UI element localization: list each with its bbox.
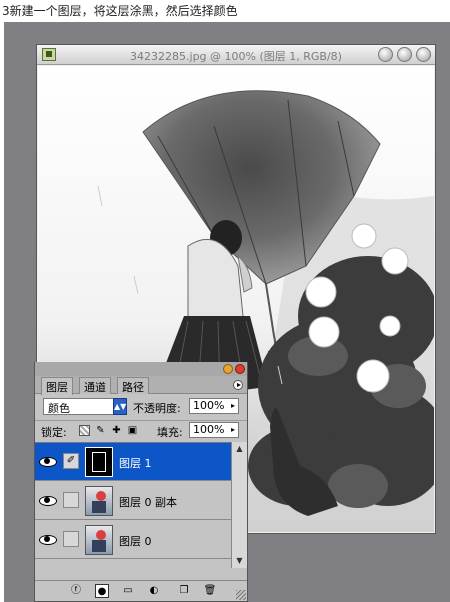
close-button[interactable] <box>416 47 431 62</box>
scroll-down-icon[interactable]: ▼ <box>232 554 247 568</box>
layer-row[interactable]: ✐ 图层 1 <box>35 443 231 481</box>
layer-name: 图层 1 <box>119 457 152 470</box>
lock-move-icon[interactable]: ✚ <box>111 425 122 436</box>
blend-opacity-row: 颜色 ▲▼ 不透明度: 100% ▸ <box>35 396 247 418</box>
opacity-arrow-icon[interactable]: ▸ <box>231 401 235 410</box>
trash-icon[interactable]: 🗑 <box>203 584 217 598</box>
lock-fill-row: 锁定: ✎ ✚ ▣ 填充: 100% ▸ <box>35 420 247 440</box>
layer-name: 图层 0 <box>119 535 152 548</box>
document-titlebar[interactable]: 34232285.jpg @ 100% (图层 1, RGB/8) <box>37 45 435 65</box>
blend-mode-select[interactable]: 颜色 ▲▼ <box>43 398 127 415</box>
tab-paths[interactable]: 路径 <box>117 377 149 394</box>
blend-mode-value: 颜色 <box>48 402 70 415</box>
lock-paint-icon[interactable]: ✎ <box>95 425 106 436</box>
panel-titlebar[interactable] <box>35 362 247 376</box>
zoom-button[interactable] <box>397 47 412 62</box>
opacity-label: 不透明度: <box>133 402 181 415</box>
layer-thumbnail <box>85 447 113 477</box>
fill-label: 填充: <box>157 426 183 439</box>
add-style-icon[interactable]: ⓕ <box>69 584 83 598</box>
layer-thumbnail <box>85 486 113 516</box>
brush-icon: ✐ <box>63 453 79 469</box>
minimize-button[interactable] <box>378 47 393 62</box>
layer-row[interactable]: 图层 0 副本 <box>35 482 231 520</box>
chevron-updown-icon: ▲▼ <box>113 398 127 415</box>
new-group-icon[interactable]: ▭ <box>121 584 135 598</box>
document-title: 34232285.jpg @ 100% (图层 1, RGB/8) <box>130 50 342 63</box>
new-layer-icon[interactable]: ❐ <box>177 584 191 598</box>
panel-minimize-button[interactable] <box>223 364 233 374</box>
fill-arrow-icon[interactable]: ▸ <box>231 425 235 434</box>
layer-thumbnail <box>85 525 113 555</box>
lock-transparent-icon[interactable] <box>79 425 90 436</box>
panel-menu-icon[interactable] <box>233 380 243 390</box>
layer-row[interactable]: 图层 0 <box>35 521 231 559</box>
link-icon[interactable] <box>63 531 79 547</box>
layers-toolbar: ⓕ ● ▭ ◐ ❐ 🗑 <box>35 580 247 601</box>
link-icon[interactable] <box>63 492 79 508</box>
scroll-up-icon[interactable]: ▲ <box>232 442 247 456</box>
add-mask-icon[interactable]: ● <box>95 584 109 598</box>
lock-label: 锁定: <box>41 426 67 439</box>
layers-list: ✐ 图层 1 图层 0 副本 图层 0 <box>35 442 231 568</box>
eye-icon[interactable] <box>39 454 57 468</box>
eye-icon[interactable] <box>39 493 57 507</box>
lock-all-icon[interactable]: ▣ <box>127 425 138 436</box>
tab-layers[interactable]: 图层 <box>41 377 73 395</box>
eye-icon[interactable] <box>39 532 57 546</box>
tab-channels[interactable]: 通道 <box>79 377 111 394</box>
panel-tabs: 图层 通道 路径 <box>35 376 247 395</box>
resize-grip-icon[interactable] <box>236 590 246 600</box>
layers-scrollbar[interactable]: ▲ ▼ <box>231 442 247 568</box>
adjustment-layer-icon[interactable]: ◐ <box>147 584 161 598</box>
caption-text: 3新建一个图层，将这层涂黑，然后选择颜色 <box>2 4 238 18</box>
layers-panel: 图层 通道 路径 颜色 ▲▼ 不透明度: 100% ▸ 锁定: ✎ ✚ ▣ 填充… <box>34 362 248 602</box>
panel-close-button[interactable] <box>235 364 245 374</box>
layer-name: 图层 0 副本 <box>119 496 177 509</box>
